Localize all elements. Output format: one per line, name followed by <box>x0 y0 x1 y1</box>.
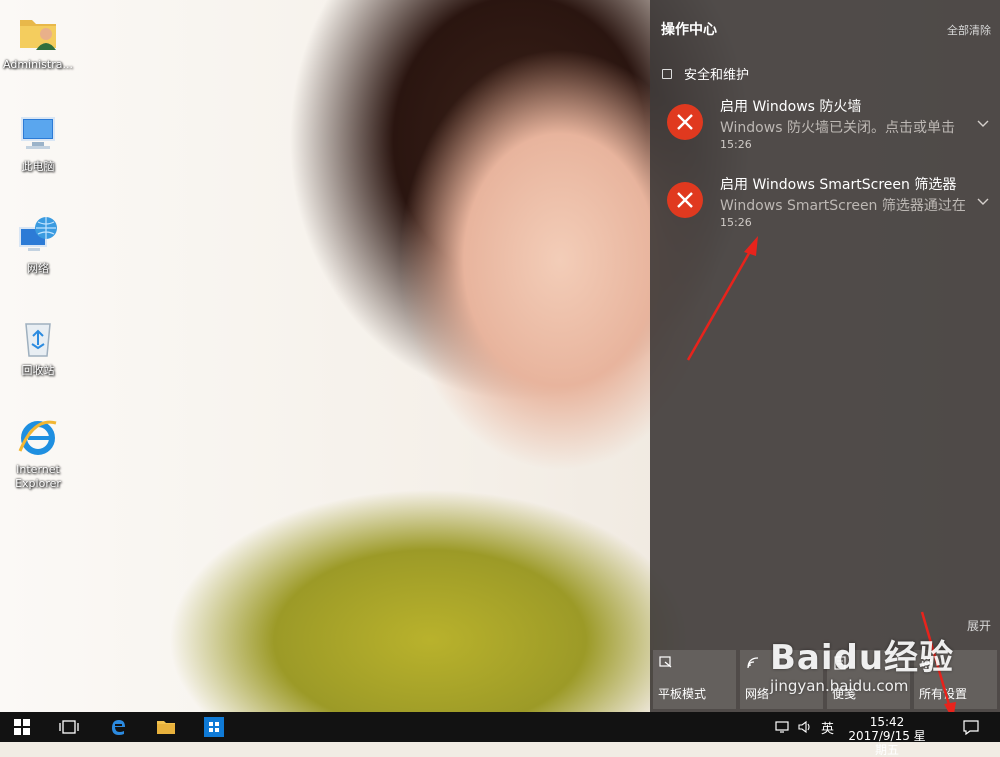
watermark-sub: jingyan.baidu.com <box>770 677 909 695</box>
task-view-button[interactable] <box>47 712 91 742</box>
quick-action-tablet-mode[interactable]: 平板模式 <box>653 650 736 709</box>
notification-title: 启用 Windows SmartScreen 筛选器 <box>720 177 957 193</box>
store-icon <box>204 717 224 737</box>
error-x-icon <box>667 104 703 140</box>
notification-group-title: 安全和维护 <box>684 68 750 83</box>
notification-time: 15:26 <box>720 216 752 229</box>
notification-body: Windows SmartScreen 筛选器通过在 <box>720 198 966 214</box>
desktop-icon-label: Administra... <box>3 58 73 71</box>
action-center-title: 操作中心 <box>661 22 717 38</box>
notification-time: 15:26 <box>720 138 752 151</box>
desktop-icon-administrator[interactable]: Administra... <box>0 10 76 72</box>
notification-title: 启用 Windows 防火墙 <box>720 99 862 115</box>
edge-browser-button[interactable] <box>96 712 140 742</box>
taskbar: 英 15:42 2017/9/15 星期五 <box>0 712 1000 757</box>
windows-logo-icon <box>14 719 30 735</box>
quick-action-label: 网络 <box>745 687 770 701</box>
chevron-down-icon[interactable] <box>976 116 990 130</box>
start-button[interactable] <box>0 712 44 742</box>
computer-icon <box>16 112 60 156</box>
network-icon <box>747 657 759 669</box>
desktop-icon-label: 回收站 <box>21 364 55 377</box>
desktop-icon-this-pc[interactable]: 此电脑 <box>0 112 76 174</box>
desktop-icon-recycle-bin[interactable]: 回收站 <box>0 316 76 378</box>
notification-smartscreen[interactable]: 启用 Windows SmartScreen 筛选器 Windows Smart… <box>650 174 1000 244</box>
baidu-jingyan-watermark: Baidu经验 jingyan.baidu.com <box>770 630 954 695</box>
watermark-main: Baidu经验 <box>770 638 955 678</box>
folder-icon <box>157 721 175 734</box>
notification-firewall[interactable]: 启用 Windows 防火墙 Windows 防火墙已关闭。点击或单击 15:2… <box>650 96 1000 166</box>
taskbar-clock[interactable]: 15:42 2017/9/15 星期五 <box>847 715 927 757</box>
edge-icon <box>112 720 125 735</box>
clock-date: 2017/9/15 星期五 <box>848 729 926 757</box>
user-folder-icon <box>16 10 60 54</box>
network-globe-icon <box>16 214 60 258</box>
notification-body: Windows 防火墙已关闭。点击或单击 <box>720 120 955 136</box>
quick-action-label: 平板模式 <box>658 687 707 701</box>
notification-group-header[interactable]: 安全和维护 <box>662 64 749 83</box>
input-method-indicator[interactable]: 英 <box>821 718 834 737</box>
action-center-button[interactable] <box>956 712 986 742</box>
clear-all-button[interactable]: 全部清除 <box>947 22 991 38</box>
notification-icon <box>963 719 979 735</box>
security-maintenance-icon <box>662 68 672 79</box>
action-center-panel: 操作中心 全部清除 安全和维护 启用 Windows 防火墙 Windows 防… <box>650 0 1000 712</box>
store-button[interactable] <box>192 712 236 742</box>
desktop-icon-internet-explorer[interactable]: Internet Explorer <box>0 415 76 491</box>
task-view-icon <box>59 720 79 734</box>
tablet-mode-icon <box>659 656 672 668</box>
error-x-icon <box>667 182 703 218</box>
desktop-icon-label: 此电脑 <box>21 160 55 173</box>
network-status-icon[interactable] <box>775 720 789 734</box>
desktop-icon-label: Internet Explorer <box>15 463 61 490</box>
volume-icon[interactable] <box>798 720 812 734</box>
internet-explorer-icon <box>16 415 60 459</box>
desktop-icon-network[interactable]: 网络 <box>0 214 76 276</box>
clock-time: 15:42 <box>869 715 905 729</box>
chevron-down-icon[interactable] <box>976 194 990 208</box>
desktop-icon-label: 网络 <box>27 262 49 275</box>
recycle-bin-icon <box>16 316 60 360</box>
file-explorer-button[interactable] <box>144 712 188 742</box>
system-tray: 英 <box>775 712 834 742</box>
expand-button[interactable]: 展开 <box>967 617 991 634</box>
